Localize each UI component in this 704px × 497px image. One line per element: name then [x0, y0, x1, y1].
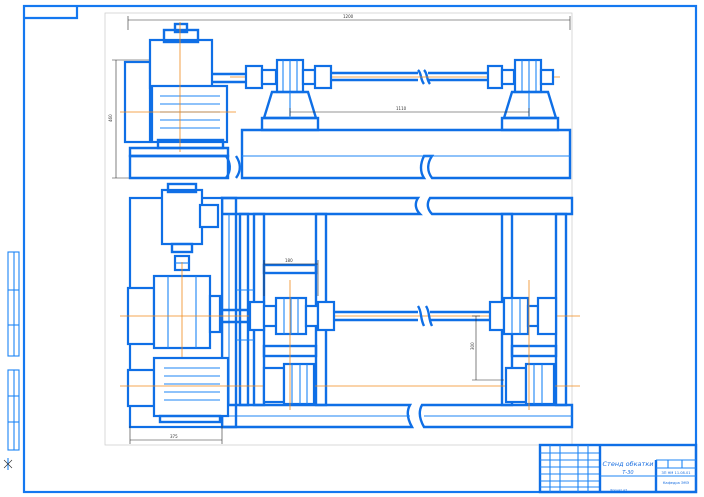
plan-left-coupling [248, 296, 336, 336]
drawing-title: Стенд обкатки [603, 460, 654, 468]
base-width-dim: 375 [170, 434, 178, 439]
coupling-gap-dim: 180 [285, 258, 293, 263]
shaft-offset-dim: 300 [470, 342, 475, 350]
plan-right-coupling [488, 296, 558, 336]
shaft-span-dim: 1110 [396, 106, 407, 111]
assembly-drawing: 1200 460 1110 180 300 375 Стенд обкатки … [3, 4, 698, 494]
frame-height-dim: 460 [108, 114, 113, 122]
drawing-dept: Кафедра ЭМЭ [663, 481, 690, 485]
title-block: Стенд обкатки Т-30 ЗП НМ 11.08.01 Кафедр… [538, 443, 698, 494]
drawing-code: ЗП НМ 11.08.01 [661, 471, 690, 475]
drawing-model: Т-30 [622, 470, 633, 476]
overall-length-dim: 1200 [343, 14, 354, 19]
sheet-format: Формат A3 [610, 488, 627, 492]
